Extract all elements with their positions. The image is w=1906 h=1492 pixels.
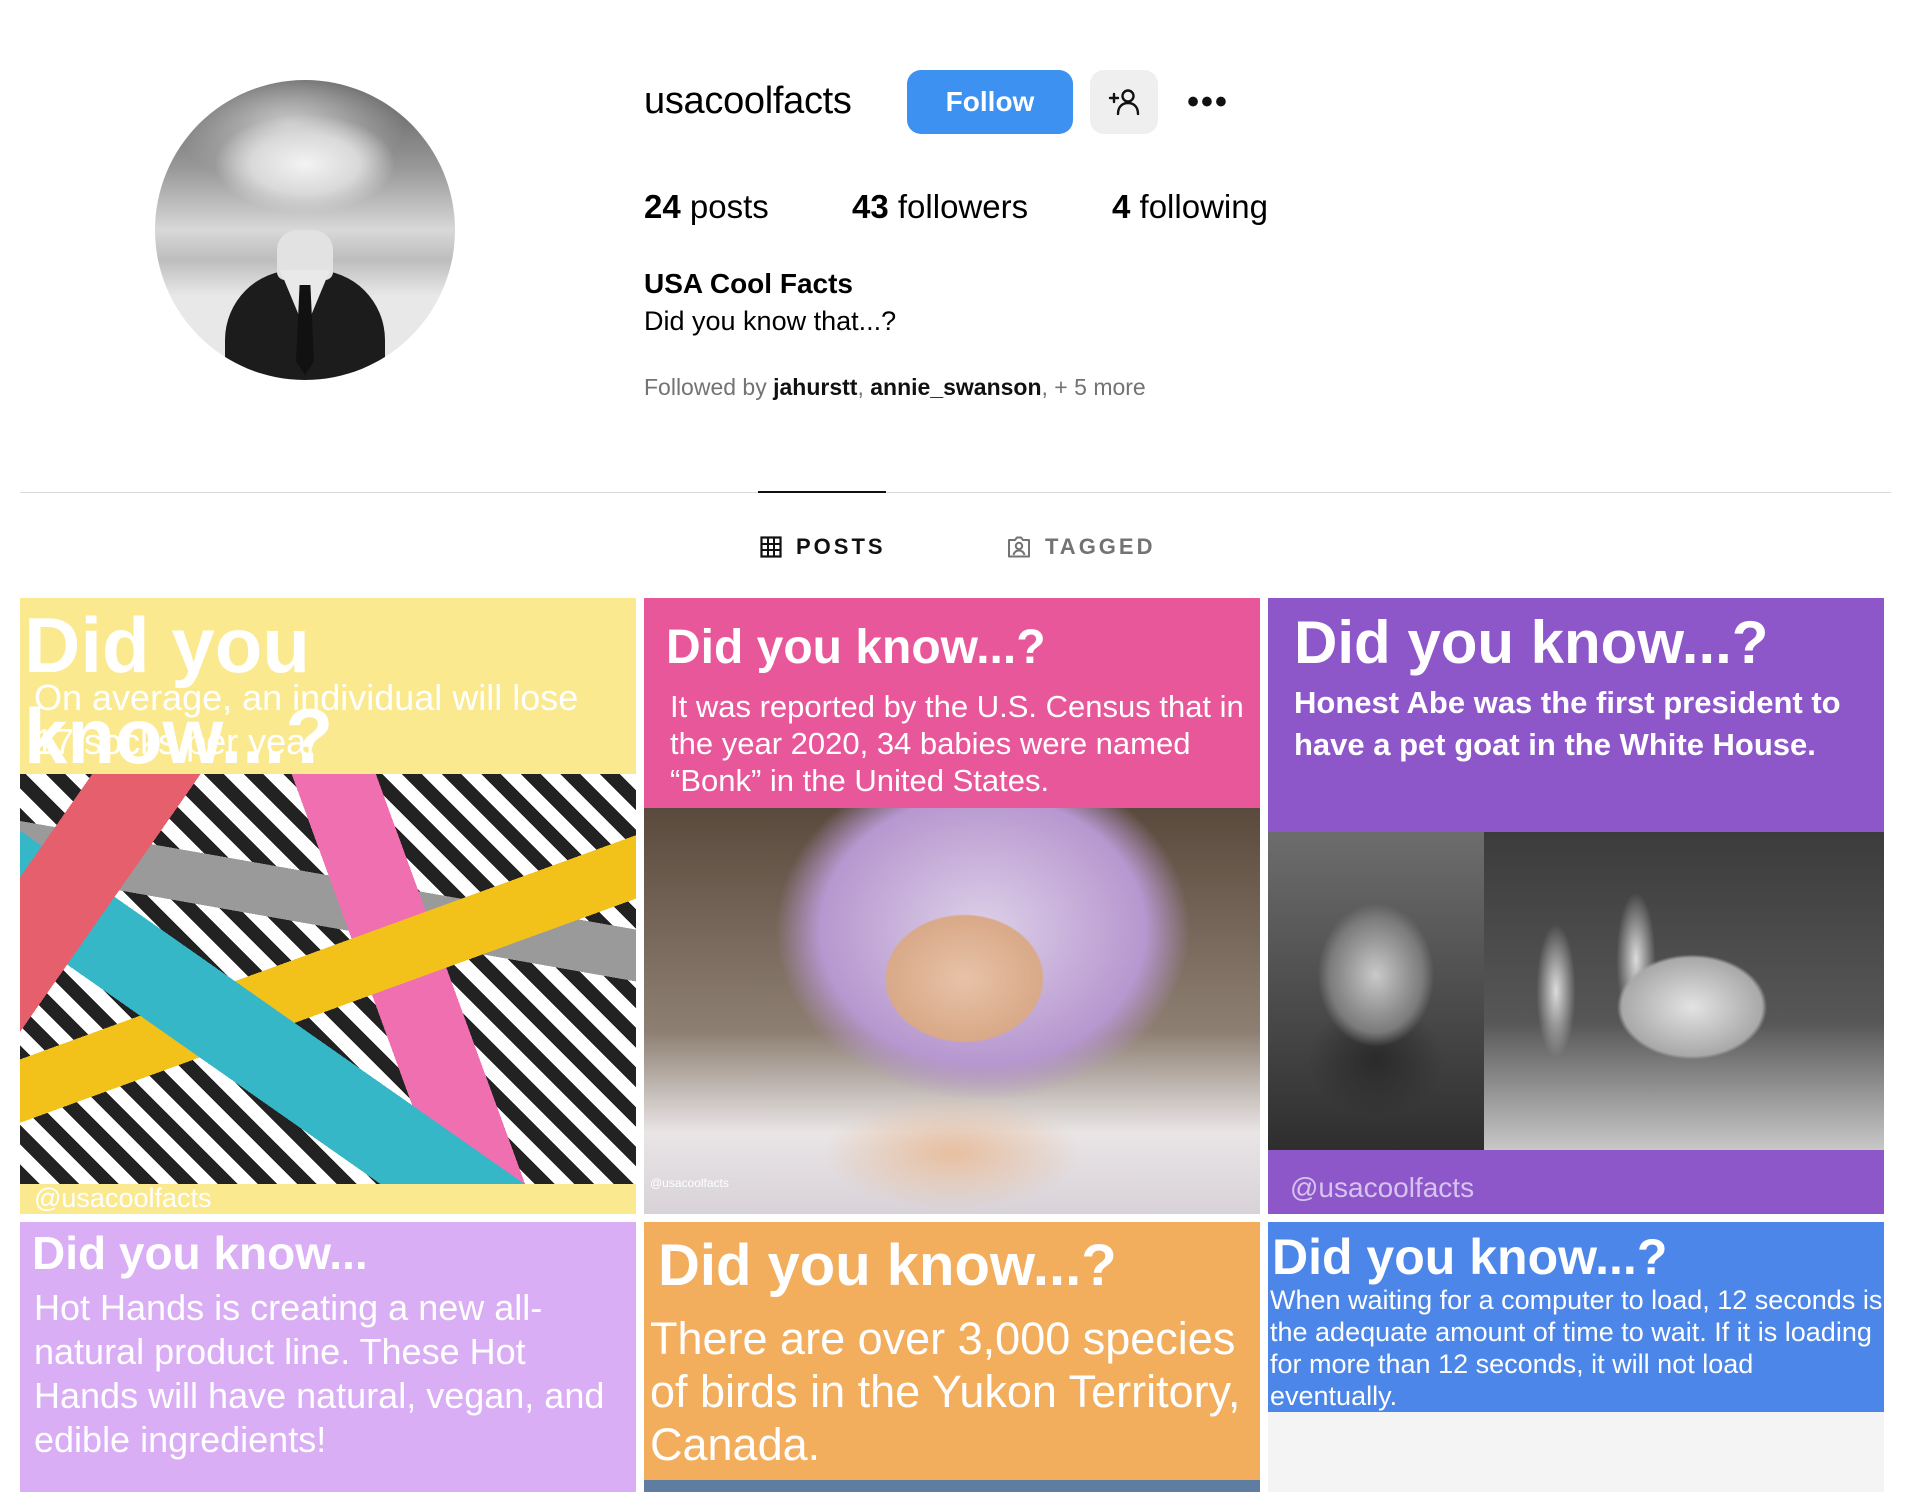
post-credit: @usacoolfacts <box>650 1176 729 1190</box>
following-count-label: following <box>1130 188 1268 225</box>
post-credit: @usacoolfacts <box>34 1183 212 1213</box>
post-heading: Did you know...? <box>666 621 1046 674</box>
followers-count-value: 43 <box>852 188 889 225</box>
post-body: Hot Hands is creating a new all-natural … <box>34 1287 605 1460</box>
followed-by-prefix: Followed by <box>644 374 774 400</box>
socks-photo <box>20 774 636 1184</box>
lincoln-portrait-photo <box>1268 832 1484 1150</box>
following-count-value: 4 <box>1112 188 1131 225</box>
followers-link[interactable]: 43 followers <box>852 188 1028 226</box>
goat-children-photo <box>1484 832 1884 1150</box>
post-tile-bonk[interactable]: Did you know...? It was reported by the … <box>644 598 1260 1214</box>
post-heading: Did you know...? <box>1294 609 1769 676</box>
suggested-accounts-button[interactable] <box>1090 70 1158 134</box>
add-person-icon <box>1108 89 1140 116</box>
more-options-button[interactable]: ••• <box>1182 82 1234 121</box>
profile-avatar[interactable] <box>155 80 455 380</box>
profile-full-name: USA Cool Facts <box>644 268 853 299</box>
post-body: When waiting for a computer to load, 12 … <box>1270 1285 1883 1411</box>
posts-count-label: posts <box>680 188 769 225</box>
post-heading: Did you know...? <box>1272 1229 1668 1285</box>
followed-by-separator: , <box>857 374 871 400</box>
follow-button[interactable]: Follow <box>907 70 1073 134</box>
post-photo-clock <box>1268 1412 1884 1492</box>
post-tile-socks[interactable]: Did you know...? On average, an individu… <box>20 598 636 1214</box>
post-tile-lincoln-goat[interactable]: Did you know...? Honest Abe was the firs… <box>1268 598 1884 1214</box>
profile-username: usacoolfacts <box>644 80 852 122</box>
tabs-divider <box>20 492 1891 493</box>
more-options-icon: ••• <box>1187 82 1229 121</box>
post-photo-strip <box>644 1480 1260 1492</box>
profile-bio: Did you know that...? <box>644 306 897 336</box>
tagged-icon <box>1008 536 1030 558</box>
baby-photo <box>644 808 1260 1214</box>
tab-tagged[interactable]: TAGGED <box>1007 534 1155 560</box>
tab-posts-label: POSTS <box>796 534 886 559</box>
post-body: It was reported by the U.S. Census that … <box>670 689 1244 798</box>
post-tile-hot-hands[interactable]: Did you know... Hot Hands is creating a … <box>20 1222 636 1492</box>
posts-count: 24 posts <box>644 188 769 226</box>
tab-tagged-label: TAGGED <box>1045 534 1156 559</box>
post-credit: @usacoolfacts <box>1290 1172 1475 1203</box>
post-heading: Did you know... <box>32 1227 368 1279</box>
post-body: On average, an individual will lose 17 s… <box>34 677 579 762</box>
posts-count-value: 24 <box>644 188 681 225</box>
followed-by-more: , + 5 more <box>1041 374 1146 400</box>
followers-count-label: followers <box>888 188 1029 225</box>
post-heading: Did you know...? <box>658 1233 1117 1298</box>
followed-by-user-1[interactable]: jahurstt <box>773 374 857 400</box>
post-body: There are over 3,000 species of birds in… <box>650 1313 1241 1470</box>
grid-icon <box>760 536 782 558</box>
followed-by[interactable]: Followed by jahurstt, annie_swanson, + 5… <box>644 374 1146 401</box>
tab-posts[interactable]: POSTS <box>760 534 886 560</box>
active-tab-indicator <box>758 491 886 493</box>
following-link[interactable]: 4 following <box>1112 188 1268 226</box>
followed-by-user-2[interactable]: annie_swanson <box>870 374 1041 400</box>
post-body: Honest Abe was the first president to ha… <box>1294 685 1841 762</box>
post-tile-computer-load[interactable]: Did you know...? When waiting for a comp… <box>1268 1222 1884 1492</box>
post-tile-yukon-birds[interactable]: Did you know...? There are over 3,000 sp… <box>644 1222 1260 1492</box>
